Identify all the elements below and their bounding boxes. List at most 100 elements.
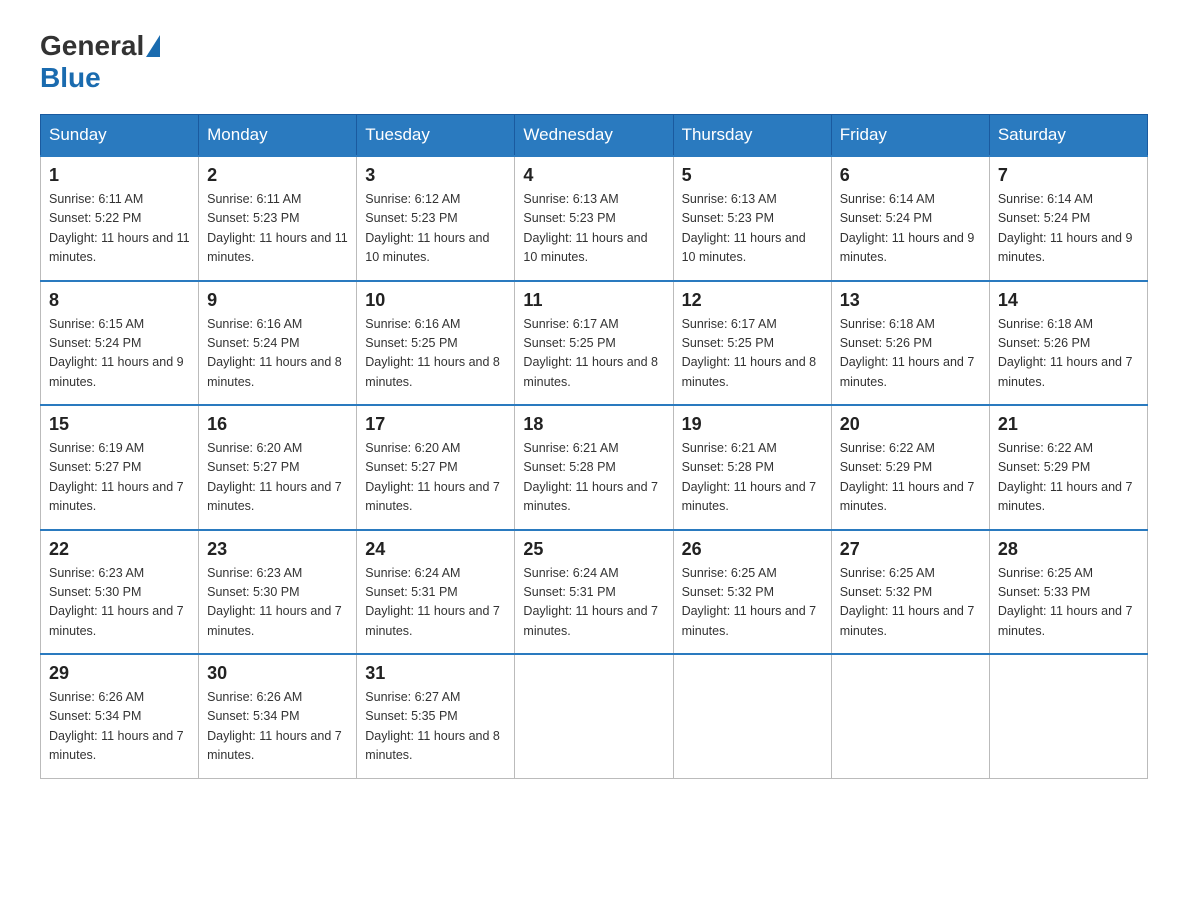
logo: General Blue	[40, 30, 162, 94]
day-number: 22	[49, 539, 190, 560]
day-info: Sunrise: 6:16 AMSunset: 5:25 PMDaylight:…	[365, 317, 500, 389]
day-number: 26	[682, 539, 823, 560]
day-cell-24: 24 Sunrise: 6:24 AMSunset: 5:31 PMDaylig…	[357, 530, 515, 655]
day-header-wednesday: Wednesday	[515, 115, 673, 157]
day-cell-29: 29 Sunrise: 6:26 AMSunset: 5:34 PMDaylig…	[41, 654, 199, 778]
day-cell-17: 17 Sunrise: 6:20 AMSunset: 5:27 PMDaylig…	[357, 405, 515, 530]
day-info: Sunrise: 6:24 AMSunset: 5:31 PMDaylight:…	[523, 566, 658, 638]
day-info: Sunrise: 6:13 AMSunset: 5:23 PMDaylight:…	[682, 192, 806, 264]
day-cell-15: 15 Sunrise: 6:19 AMSunset: 5:27 PMDaylig…	[41, 405, 199, 530]
day-info: Sunrise: 6:21 AMSunset: 5:28 PMDaylight:…	[523, 441, 658, 513]
day-number: 11	[523, 290, 664, 311]
logo-general-text: General	[40, 30, 144, 62]
day-number: 19	[682, 414, 823, 435]
day-number: 20	[840, 414, 981, 435]
calendar-table: SundayMondayTuesdayWednesdayThursdayFrid…	[40, 114, 1148, 779]
day-info: Sunrise: 6:17 AMSunset: 5:25 PMDaylight:…	[682, 317, 817, 389]
day-cell-10: 10 Sunrise: 6:16 AMSunset: 5:25 PMDaylig…	[357, 281, 515, 406]
day-info: Sunrise: 6:22 AMSunset: 5:29 PMDaylight:…	[998, 441, 1133, 513]
day-number: 25	[523, 539, 664, 560]
day-cell-1: 1 Sunrise: 6:11 AMSunset: 5:22 PMDayligh…	[41, 156, 199, 281]
calendar-header-row: SundayMondayTuesdayWednesdayThursdayFrid…	[41, 115, 1148, 157]
day-cell-22: 22 Sunrise: 6:23 AMSunset: 5:30 PMDaylig…	[41, 530, 199, 655]
day-cell-23: 23 Sunrise: 6:23 AMSunset: 5:30 PMDaylig…	[199, 530, 357, 655]
empty-cell	[989, 654, 1147, 778]
day-header-thursday: Thursday	[673, 115, 831, 157]
day-cell-13: 13 Sunrise: 6:18 AMSunset: 5:26 PMDaylig…	[831, 281, 989, 406]
day-info: Sunrise: 6:25 AMSunset: 5:33 PMDaylight:…	[998, 566, 1133, 638]
day-cell-3: 3 Sunrise: 6:12 AMSunset: 5:23 PMDayligh…	[357, 156, 515, 281]
day-cell-8: 8 Sunrise: 6:15 AMSunset: 5:24 PMDayligh…	[41, 281, 199, 406]
day-cell-30: 30 Sunrise: 6:26 AMSunset: 5:34 PMDaylig…	[199, 654, 357, 778]
day-number: 27	[840, 539, 981, 560]
day-number: 30	[207, 663, 348, 684]
day-cell-19: 19 Sunrise: 6:21 AMSunset: 5:28 PMDaylig…	[673, 405, 831, 530]
day-cell-20: 20 Sunrise: 6:22 AMSunset: 5:29 PMDaylig…	[831, 405, 989, 530]
day-info: Sunrise: 6:11 AMSunset: 5:22 PMDaylight:…	[49, 192, 190, 264]
day-cell-25: 25 Sunrise: 6:24 AMSunset: 5:31 PMDaylig…	[515, 530, 673, 655]
day-info: Sunrise: 6:20 AMSunset: 5:27 PMDaylight:…	[207, 441, 342, 513]
day-cell-26: 26 Sunrise: 6:25 AMSunset: 5:32 PMDaylig…	[673, 530, 831, 655]
day-number: 6	[840, 165, 981, 186]
logo-triangle-icon	[146, 35, 160, 57]
day-info: Sunrise: 6:11 AMSunset: 5:23 PMDaylight:…	[207, 192, 348, 264]
day-cell-27: 27 Sunrise: 6:25 AMSunset: 5:32 PMDaylig…	[831, 530, 989, 655]
day-cell-28: 28 Sunrise: 6:25 AMSunset: 5:33 PMDaylig…	[989, 530, 1147, 655]
day-info: Sunrise: 6:21 AMSunset: 5:28 PMDaylight:…	[682, 441, 817, 513]
week-row-4: 22 Sunrise: 6:23 AMSunset: 5:30 PMDaylig…	[41, 530, 1148, 655]
day-number: 4	[523, 165, 664, 186]
day-number: 1	[49, 165, 190, 186]
day-number: 24	[365, 539, 506, 560]
day-cell-2: 2 Sunrise: 6:11 AMSunset: 5:23 PMDayligh…	[199, 156, 357, 281]
day-cell-16: 16 Sunrise: 6:20 AMSunset: 5:27 PMDaylig…	[199, 405, 357, 530]
day-cell-12: 12 Sunrise: 6:17 AMSunset: 5:25 PMDaylig…	[673, 281, 831, 406]
logo-blue-text: Blue	[40, 62, 101, 94]
day-info: Sunrise: 6:25 AMSunset: 5:32 PMDaylight:…	[840, 566, 975, 638]
day-info: Sunrise: 6:23 AMSunset: 5:30 PMDaylight:…	[49, 566, 184, 638]
week-row-2: 8 Sunrise: 6:15 AMSunset: 5:24 PMDayligh…	[41, 281, 1148, 406]
empty-cell	[515, 654, 673, 778]
day-number: 29	[49, 663, 190, 684]
day-cell-6: 6 Sunrise: 6:14 AMSunset: 5:24 PMDayligh…	[831, 156, 989, 281]
day-info: Sunrise: 6:15 AMSunset: 5:24 PMDaylight:…	[49, 317, 184, 389]
day-cell-7: 7 Sunrise: 6:14 AMSunset: 5:24 PMDayligh…	[989, 156, 1147, 281]
day-number: 21	[998, 414, 1139, 435]
day-info: Sunrise: 6:19 AMSunset: 5:27 PMDaylight:…	[49, 441, 184, 513]
day-header-friday: Friday	[831, 115, 989, 157]
day-header-saturday: Saturday	[989, 115, 1147, 157]
day-number: 13	[840, 290, 981, 311]
day-number: 31	[365, 663, 506, 684]
day-cell-14: 14 Sunrise: 6:18 AMSunset: 5:26 PMDaylig…	[989, 281, 1147, 406]
day-cell-21: 21 Sunrise: 6:22 AMSunset: 5:29 PMDaylig…	[989, 405, 1147, 530]
day-cell-9: 9 Sunrise: 6:16 AMSunset: 5:24 PMDayligh…	[199, 281, 357, 406]
page-header: General Blue	[40, 30, 1148, 94]
day-cell-31: 31 Sunrise: 6:27 AMSunset: 5:35 PMDaylig…	[357, 654, 515, 778]
day-number: 16	[207, 414, 348, 435]
day-number: 23	[207, 539, 348, 560]
day-info: Sunrise: 6:26 AMSunset: 5:34 PMDaylight:…	[207, 690, 342, 762]
day-number: 28	[998, 539, 1139, 560]
day-header-sunday: Sunday	[41, 115, 199, 157]
day-info: Sunrise: 6:18 AMSunset: 5:26 PMDaylight:…	[998, 317, 1133, 389]
day-info: Sunrise: 6:16 AMSunset: 5:24 PMDaylight:…	[207, 317, 342, 389]
day-info: Sunrise: 6:14 AMSunset: 5:24 PMDaylight:…	[998, 192, 1133, 264]
day-number: 17	[365, 414, 506, 435]
day-info: Sunrise: 6:13 AMSunset: 5:23 PMDaylight:…	[523, 192, 647, 264]
day-number: 15	[49, 414, 190, 435]
day-number: 12	[682, 290, 823, 311]
day-info: Sunrise: 6:25 AMSunset: 5:32 PMDaylight:…	[682, 566, 817, 638]
empty-cell	[673, 654, 831, 778]
day-number: 5	[682, 165, 823, 186]
day-number: 2	[207, 165, 348, 186]
day-cell-18: 18 Sunrise: 6:21 AMSunset: 5:28 PMDaylig…	[515, 405, 673, 530]
day-number: 8	[49, 290, 190, 311]
day-header-monday: Monday	[199, 115, 357, 157]
empty-cell	[831, 654, 989, 778]
day-number: 9	[207, 290, 348, 311]
day-header-tuesday: Tuesday	[357, 115, 515, 157]
day-cell-5: 5 Sunrise: 6:13 AMSunset: 5:23 PMDayligh…	[673, 156, 831, 281]
day-cell-11: 11 Sunrise: 6:17 AMSunset: 5:25 PMDaylig…	[515, 281, 673, 406]
day-info: Sunrise: 6:27 AMSunset: 5:35 PMDaylight:…	[365, 690, 500, 762]
day-number: 7	[998, 165, 1139, 186]
day-number: 14	[998, 290, 1139, 311]
